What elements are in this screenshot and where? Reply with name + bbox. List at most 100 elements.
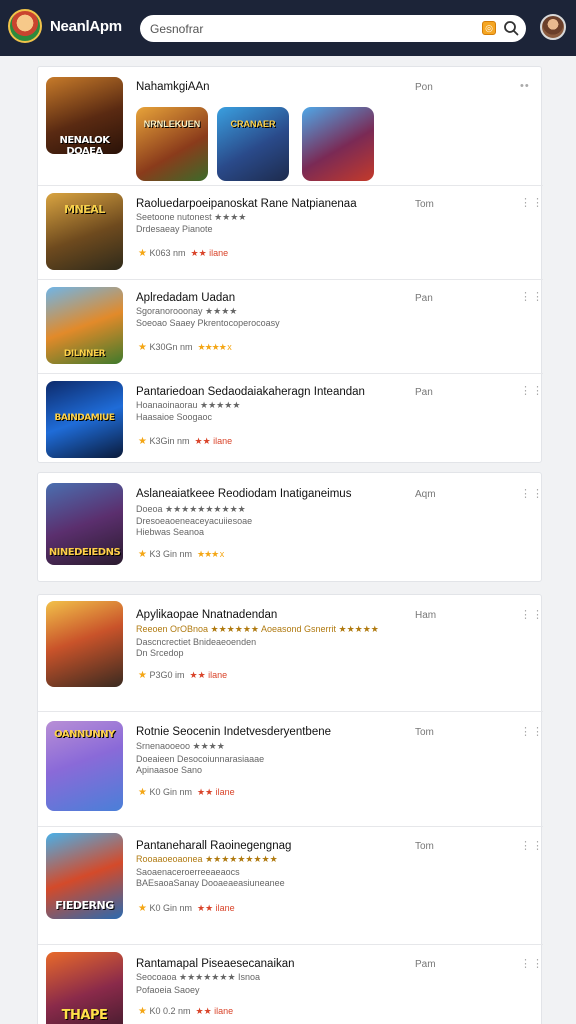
list-item[interactable]: NINEDEIEDNS Aslaneaiatkeee Reodiodam Ina… bbox=[38, 473, 543, 583]
star-icon: ★ bbox=[138, 903, 147, 914]
game-subtitle: Srnenaooeoo ★★★★ bbox=[136, 741, 225, 751]
game-meta: ★ K0 0.2 nm ★★ ilane bbox=[138, 1006, 233, 1017]
list-item[interactable]: OANNUNNY Rotnie Seocenin Indetvesderyent… bbox=[38, 711, 543, 826]
game-cover[interactable]: NINEDEIEDNS bbox=[46, 483, 123, 565]
game-time: Pan bbox=[415, 293, 433, 304]
list-item[interactable]: DILNNER Aplredadam Uadan Sgoranorooonay … bbox=[38, 279, 543, 373]
mini-label: NRNLEKUEN bbox=[143, 119, 201, 129]
app-title[interactable]: NeanlApm bbox=[50, 18, 122, 35]
more-icon[interactable]: ⋮⋮ bbox=[520, 292, 543, 308]
meta-rating: ★★ ilane bbox=[197, 787, 235, 797]
game-subtitle: Seocoaoa ★★★★★★★ Isnoa bbox=[136, 972, 261, 982]
game-desc-2: Hiebwas Seanoa bbox=[136, 527, 205, 537]
game-subtitle: Rooaaoeoaonea ★★★★★★★★★ bbox=[136, 854, 278, 864]
game-time: Tom bbox=[415, 841, 434, 852]
star-icon: ★ bbox=[138, 248, 147, 259]
game-desc: Pofaoeia Saoey bbox=[136, 985, 200, 995]
game-title[interactable]: Apylikaopae Nnatnadendan bbox=[136, 609, 277, 621]
featured-cover[interactable]: NENALOK DOAEA bbox=[46, 77, 123, 154]
game-meta: ★ K3Gin nm ★★ ilane bbox=[138, 436, 232, 447]
game-title[interactable]: Pantaneharall Raoinegengnag bbox=[136, 840, 291, 852]
search-input[interactable] bbox=[150, 15, 470, 42]
meta-rating: ★★ ilane bbox=[190, 248, 229, 258]
game-subtitle: Hoanaoinaorau ★★★★★ bbox=[136, 400, 241, 410]
game-subtitle: Sgoranorooonay ★★★★ bbox=[136, 306, 238, 316]
game-desc-2: Dn Srcedop bbox=[136, 648, 184, 658]
featured-mini-1[interactable]: NRNLEKUEN bbox=[136, 107, 208, 181]
game-meta: ★ K3 Gin nm ★★★ x bbox=[138, 549, 224, 560]
more-icon[interactable]: ⋮⋮ bbox=[520, 489, 543, 505]
game-meta: ★ K0 Gin nm ★★ ilane bbox=[138, 787, 235, 798]
game-desc: Haasaioe Soogaoc bbox=[136, 412, 213, 422]
more-icon[interactable]: ⋮⋮ bbox=[520, 610, 543, 626]
meta-count: P3G0 im bbox=[149, 670, 185, 680]
game-meta: ★ K30Gn nm ★★★★ x bbox=[138, 342, 232, 353]
game-cover[interactable]: DILNNER bbox=[46, 287, 123, 364]
game-cover[interactable]: BAINDAMIUE bbox=[46, 381, 123, 458]
game-title[interactable]: Pantariedoan Sedaodaiakaheragn Inteandan bbox=[136, 386, 365, 398]
featured-mini-2[interactable]: CRANAER bbox=[217, 107, 289, 181]
meta-count: K0 0.2 nm bbox=[149, 1006, 191, 1016]
featured-mini-3[interactable] bbox=[302, 107, 374, 181]
list-item[interactable]: Apylikaopae Nnatnadendan Reeoen OrOBnoa … bbox=[38, 595, 543, 711]
meta-rating: ★★★ x bbox=[197, 549, 224, 559]
game-title[interactable]: Raoluedarpoeipanoskat Rane Natpianenaa bbox=[136, 198, 357, 210]
game-time: Aqm bbox=[415, 489, 436, 500]
game-desc: Dascncrectiet Bnideaeoenden bbox=[136, 637, 257, 647]
meta-rating: ★★ ilane bbox=[189, 670, 228, 680]
game-time: Ham bbox=[415, 610, 437, 621]
game-cover[interactable] bbox=[46, 601, 123, 687]
featured-title[interactable]: NahamkgiAAn bbox=[136, 81, 210, 93]
meta-count: K3Gin nm bbox=[149, 436, 190, 446]
meta-count: K063 nm bbox=[149, 248, 186, 258]
game-title[interactable]: Aplredadam Uadan bbox=[136, 292, 235, 304]
search-icon[interactable] bbox=[502, 19, 520, 37]
game-meta: ★ K0 Gin nm ★★ ilane bbox=[138, 903, 235, 914]
list-item[interactable]: BAINDAMIUE Pantariedoan Sedaodaiakaherag… bbox=[38, 373, 543, 464]
game-time: Pam bbox=[415, 959, 436, 970]
game-list-card-1: NENALOK DOAEA NahamkgiAAn Pon •• NRNLEKU… bbox=[37, 66, 543, 464]
game-cover[interactable]: FIEDERNG bbox=[46, 833, 123, 919]
game-title[interactable]: Rantamapal Piseaesecanaikan bbox=[136, 958, 295, 970]
meta-rating: ★★ ilane bbox=[195, 1006, 234, 1016]
game-list-card-3: Apylikaopae Nnatnadendan Reeoen OrOBnoa … bbox=[37, 594, 543, 1024]
more-icon[interactable]: ⋮⋮ bbox=[520, 841, 543, 857]
coin-icon[interactable]: ◎ bbox=[482, 21, 496, 35]
game-desc: Dresoeaoeneaceyacuiiesoae bbox=[136, 516, 253, 526]
meta-count: K3 Gin nm bbox=[149, 549, 193, 559]
more-icon[interactable]: ⋮⋮ bbox=[520, 959, 543, 975]
more-icon[interactable]: •• bbox=[520, 81, 530, 97]
cover-text: OANNUNNY bbox=[54, 729, 115, 740]
list-item[interactable]: THAPE Rantamapal Piseaesecanaikan Seocoa… bbox=[38, 944, 543, 1024]
list-item[interactable]: MNEAL Raoluedarpoeipanoskat Rane Natpian… bbox=[38, 185, 543, 279]
search-bar[interactable]: ◎ bbox=[140, 15, 526, 42]
game-title[interactable]: Aslaneaiatkeee Reodiodam Inatiganeimus bbox=[136, 488, 351, 500]
meta-rating: ★★ ilane bbox=[194, 436, 233, 446]
game-list-card-2: NINEDEIEDNS Aslaneaiatkeee Reodiodam Ina… bbox=[37, 472, 543, 583]
game-subtitle: Reeoen OrOBnoa ★★★★★★ Aoeasond Gsnerrit … bbox=[136, 624, 379, 634]
featured-cover-text: NENALOK DOAEA bbox=[59, 135, 110, 154]
game-title[interactable]: Rotnie Seocenin Indetvesderyentbene bbox=[136, 726, 331, 738]
game-cover[interactable]: MNEAL bbox=[46, 193, 123, 270]
game-meta: ★ K063 nm ★★ ilane bbox=[138, 248, 228, 259]
featured-time: Pon bbox=[415, 82, 433, 93]
game-cover[interactable]: THAPE bbox=[46, 952, 123, 1024]
more-icon[interactable]: ⋮⋮ bbox=[520, 198, 543, 214]
user-avatar[interactable] bbox=[540, 14, 566, 40]
more-icon[interactable]: ⋮⋮ bbox=[520, 727, 543, 743]
game-subtitle: Seetoone nutonest ★★★★ bbox=[136, 212, 247, 222]
featured-row[interactable]: NENALOK DOAEA NahamkgiAAn Pon •• NRNLEKU… bbox=[38, 67, 543, 185]
list-item[interactable]: FIEDERNG Pantaneharall Raoinegengnag Roo… bbox=[38, 826, 543, 944]
game-desc-2: BAEsaoaSanay Dooaeaeasiuneanee bbox=[136, 878, 285, 888]
app-logo-icon[interactable] bbox=[8, 9, 42, 43]
game-time: Tom bbox=[415, 199, 434, 210]
mini-label: CRANAER bbox=[230, 119, 276, 129]
more-icon[interactable]: ⋮⋮ bbox=[520, 386, 543, 402]
game-cover[interactable]: OANNUNNY bbox=[46, 721, 123, 811]
meta-count: K0 Gin nm bbox=[149, 903, 193, 913]
meta-rating: ★★ ilane bbox=[197, 903, 235, 913]
star-icon: ★ bbox=[138, 1006, 147, 1017]
star-icon: ★ bbox=[138, 787, 147, 798]
game-time: Pan bbox=[415, 387, 433, 398]
game-subtitle: Doeoa ★★★★★★★★★★ bbox=[136, 504, 246, 514]
